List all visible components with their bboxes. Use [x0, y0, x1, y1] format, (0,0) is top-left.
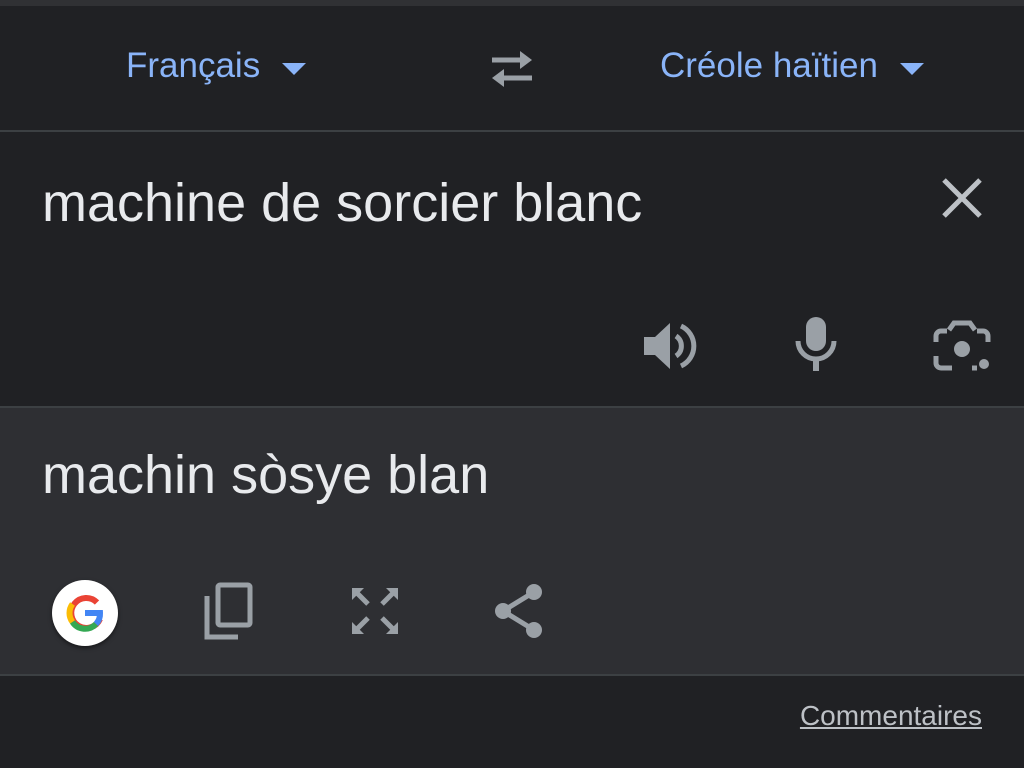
copy-icon — [204, 582, 253, 640]
clear-input-button[interactable] — [936, 172, 988, 224]
swap-languages-button[interactable] — [484, 46, 540, 94]
swap-languages-icon — [492, 51, 532, 87]
footer: Commentaires — [0, 676, 1024, 768]
target-language-label: Créole haïtien — [660, 46, 878, 85]
source-text[interactable]: machine de sorcier blanc — [42, 172, 642, 234]
chevron-down-icon — [282, 63, 307, 75]
camera-translate-button[interactable] — [932, 318, 992, 379]
source-language-label: Français — [126, 46, 261, 85]
camera-icon — [933, 320, 991, 371]
google-logo-icon — [66, 594, 103, 632]
microphone-icon — [795, 317, 837, 371]
chevron-down-icon — [899, 63, 924, 75]
copy-translation-button[interactable] — [202, 582, 254, 647]
close-icon — [942, 178, 982, 218]
language-bar: Français Créole haïtien — [0, 6, 1024, 130]
google-search-button[interactable] — [52, 580, 118, 646]
translated-text: machin sòsye blan — [42, 445, 490, 505]
share-icon — [495, 584, 542, 638]
target-language-selector[interactable]: Créole haïtien — [660, 46, 924, 86]
feedback-link[interactable]: Commentaires — [800, 700, 982, 732]
share-translation-button[interactable] — [492, 582, 546, 645]
source-input-area[interactable]: machine de sorcier blanc — [0, 132, 1024, 406]
voice-input-button[interactable] — [790, 314, 842, 379]
listen-source-button[interactable] — [640, 316, 700, 381]
speaker-icon — [644, 323, 697, 369]
translation-output-area: machin sòsye blan — [0, 408, 1024, 674]
source-language-selector[interactable]: Français — [126, 46, 307, 86]
fullscreen-icon — [352, 588, 398, 634]
translate-app: Français Créole haïtien machine de sorci… — [0, 0, 1024, 768]
fullscreen-button[interactable] — [348, 584, 402, 643]
